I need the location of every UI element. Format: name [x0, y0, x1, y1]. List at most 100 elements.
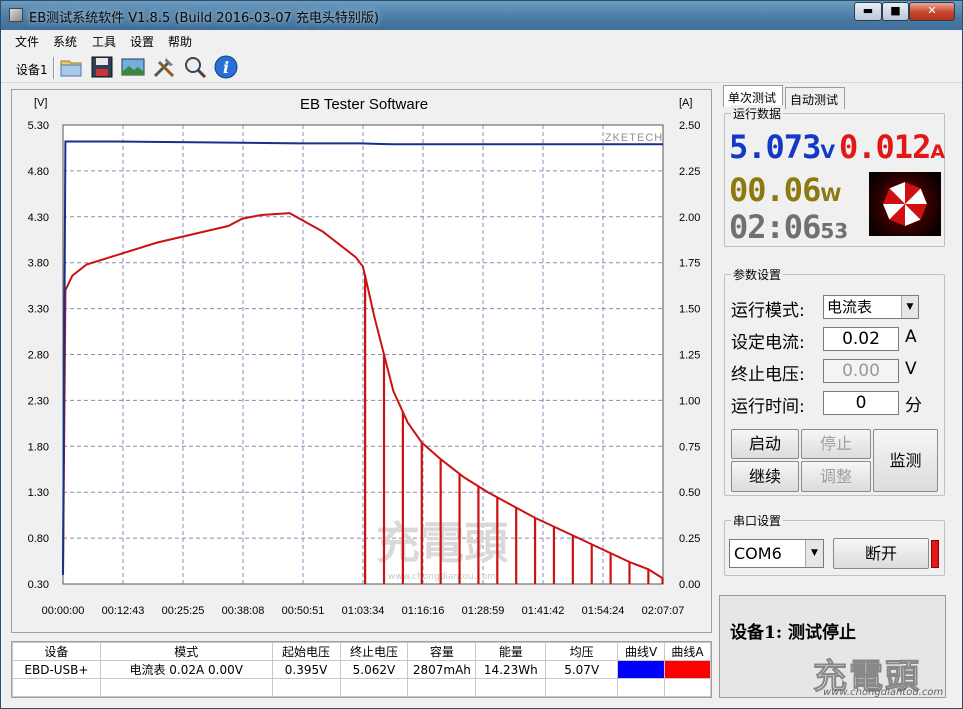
col-end-voltage: 终止电压: [339, 642, 409, 661]
menu-bar: 文件 系统 工具 设置 帮助: [1, 30, 962, 50]
cell-device: EBD-USB+: [12, 660, 101, 679]
y-left-tick-label: 5.30: [28, 120, 49, 132]
disconnect-button[interactable]: 断开: [833, 538, 929, 569]
col-energy: 能量: [475, 642, 547, 661]
y-left-tick-label: 3.30: [28, 304, 49, 316]
curve-v-color-swatch[interactable]: [617, 660, 666, 679]
continue-button[interactable]: 继续: [731, 461, 799, 492]
title-bar[interactable]: EB测试系统软件 V1.8.5 (Build 2016-03-07 充电头特别版…: [1, 1, 962, 30]
col-mode: 模式: [99, 642, 273, 661]
menu-tools[interactable]: 工具: [92, 33, 116, 50]
app-window: EB测试系统软件 V1.8.5 (Build 2016-03-07 充电头特别版…: [0, 0, 963, 709]
x-tick-label: 00:38:08: [222, 605, 265, 617]
y-right-tick-label: 0.50: [679, 487, 700, 499]
y-right-tick-label: 0.00: [679, 579, 700, 591]
control-panel: 单次测试 自动测试 运行数据 5.073V 0.012A 00.06W 02:0…: [719, 83, 955, 698]
y-left-tick-label: 4.80: [28, 166, 49, 178]
set-current-unit: A: [905, 327, 917, 347]
table-row[interactable]: EBD-USB+ 电流表 0.02A 0.00V 0.395V 5.062V 2…: [12, 660, 711, 679]
zoom-icon[interactable]: [183, 55, 207, 79]
current-display: 0.012A: [839, 128, 945, 166]
y-right-tick-label: 1.25: [679, 350, 700, 362]
connection-status-indicator: [931, 540, 939, 568]
x-tick-label: 01:03:34: [342, 605, 385, 617]
center-watermark: 充電頭: [376, 518, 509, 569]
y-right-tick-label: 1.00: [679, 395, 700, 407]
run-mode-label: 运行模式:: [731, 301, 805, 321]
col-curve-v: 曲线V: [617, 642, 666, 661]
maximize-button[interactable]: ■: [882, 2, 909, 21]
chevron-down-icon[interactable]: ▼: [901, 296, 918, 318]
x-tick-label: 00:12:43: [102, 605, 145, 617]
serial-port-title: 串口设置: [731, 512, 784, 529]
left-axis-unit: [V]: [34, 97, 47, 109]
chevron-down-icon[interactable]: ▼: [805, 540, 823, 567]
com-port-value: COM6: [734, 544, 782, 563]
current-unit: A: [930, 141, 946, 163]
stop-voltage-input[interactable]: 0.00: [823, 359, 899, 383]
runtime-data-title: 运行数据: [731, 105, 784, 122]
table-row-empty: [12, 678, 711, 697]
chart-title: EB Tester Software: [300, 96, 428, 113]
set-current-label: 设定电流:: [731, 333, 805, 353]
menu-help[interactable]: 帮助: [168, 33, 192, 50]
curve-a-color-swatch[interactable]: [664, 660, 711, 679]
monitor-button[interactable]: 监测: [873, 429, 938, 492]
parameter-settings-group: 参数设置 运行模式: 电流表 ▼ 设定电流: 0.02 A 终止电压: 0.00…: [724, 266, 945, 496]
menu-settings[interactable]: 设置: [130, 33, 154, 50]
run-mode-value: 电流表: [827, 298, 873, 316]
save-icon[interactable]: [90, 55, 114, 79]
serial-port-group: 串口设置 COM6 ▼ 断开: [724, 512, 945, 576]
voltage-unit: V: [820, 141, 836, 163]
x-tick-label: 02:07:07: [642, 605, 685, 617]
col-device: 设备: [12, 642, 101, 661]
info-icon[interactable]: i: [214, 55, 238, 79]
umbrella-logo: [869, 172, 941, 236]
cell-end-voltage: 5.062V: [339, 660, 409, 679]
stop-button[interactable]: 停止: [801, 429, 871, 459]
cell-energy: 14.23Wh: [475, 660, 547, 679]
com-port-select[interactable]: COM6 ▼: [729, 539, 824, 568]
x-tick-label: 01:28:59: [462, 605, 505, 617]
window-title: EB测试系统软件 V1.8.5 (Build 2016-03-07 充电头特别版…: [29, 11, 379, 26]
x-tick-label: 00:25:25: [162, 605, 205, 617]
table-header-row: 设备 模式 起始电压 终止电压 容量 能量 均压 曲线V 曲线A: [12, 642, 711, 661]
start-button[interactable]: 启动: [731, 429, 799, 459]
minimize-button[interactable]: ▬: [854, 2, 882, 21]
y-left-tick-label: 2.80: [28, 350, 49, 362]
x-tick-label: 00:00:00: [42, 605, 85, 617]
x-tick-label: 00:50:51: [282, 605, 325, 617]
power-display: 00.06W: [729, 171, 841, 209]
menu-file[interactable]: 文件: [15, 33, 39, 50]
x-tick-label: 01:41:42: [522, 605, 565, 617]
summary-table: 设备 模式 起始电压 终止电压 容量 能量 均压 曲线V 曲线A EBD-USB…: [11, 641, 712, 698]
tab-single-test[interactable]: 单次测试: [723, 85, 783, 107]
cell-mode: 电流表 0.02A 0.00V: [99, 660, 273, 679]
plot-area: [62, 124, 664, 585]
col-avg-voltage: 均压: [545, 642, 619, 661]
menu-system[interactable]: 系统: [53, 33, 77, 50]
adjust-button[interactable]: 调整: [801, 461, 871, 492]
set-current-input[interactable]: 0.02: [823, 327, 899, 351]
folder-icon[interactable]: [59, 55, 83, 79]
runtime-data-group: 运行数据 5.073V 0.012A 00.06W 02:0653: [724, 105, 945, 247]
current-value: 0.012: [839, 128, 931, 166]
right-axis-unit: [A]: [679, 97, 692, 109]
toolbar: 设备1 i: [1, 51, 962, 83]
y-left-tick-label: 1.30: [28, 487, 49, 499]
tools-icon[interactable]: [152, 55, 176, 79]
svg-text:i: i: [223, 58, 229, 77]
image-icon[interactable]: [121, 55, 145, 79]
x-tick-label: 01:16:16: [402, 605, 445, 617]
voltage-value: 5.073: [729, 128, 821, 166]
run-time-label: 运行时间:: [731, 397, 805, 417]
tab-auto-test[interactable]: 自动测试: [785, 87, 845, 109]
run-mode-select[interactable]: 电流表 ▼: [823, 295, 919, 319]
stop-voltage-label: 终止电压:: [731, 365, 805, 385]
close-button[interactable]: ✕: [909, 2, 955, 21]
device-selector[interactable]: 设备1: [16, 61, 48, 78]
col-curve-a: 曲线A: [664, 642, 711, 661]
voltage-current-chart[interactable]: EB Tester Software [V] [A] 5.30 4.80 4.30 3…: [12, 90, 713, 634]
run-time-input[interactable]: 0: [823, 391, 899, 415]
col-capacity: 容量: [407, 642, 477, 661]
